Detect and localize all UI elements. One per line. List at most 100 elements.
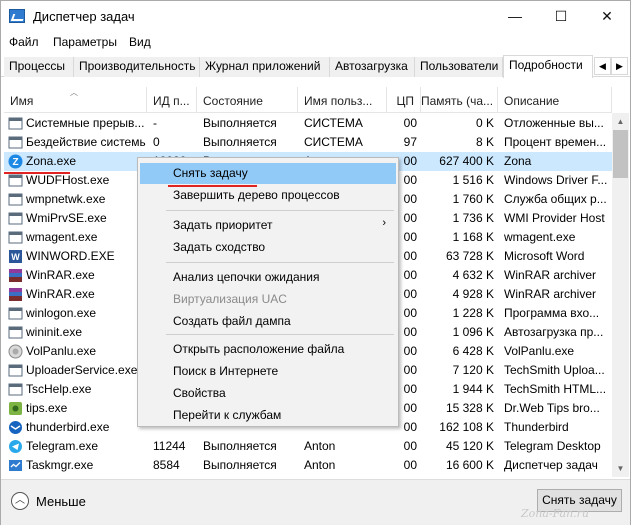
column-header-memory[interactable]: Память (ча... [421,87,498,113]
context-menu-item[interactable]: Открыть расположение файла [140,339,396,360]
column-header-user[interactable]: Имя польз... [298,87,387,113]
cell-name: thunderbird.exe [26,420,110,434]
tab-scroll-left-button[interactable]: ◀ [594,57,611,75]
window-icon [8,382,23,397]
context-menu-item[interactable]: Задать приоритет › [140,215,396,236]
window-title: Диспетчер задач [33,9,135,24]
context-menu-item: Виртуализация UAC [140,289,396,310]
context-menu-item[interactable]: Поиск в Интернете [140,361,396,382]
table-row[interactable]: Taskmgr.exe 8584 Выполняется Anton 00 16 600 … [4,456,612,475]
cell-mem: 4 928 K [452,287,494,301]
scroll-down-button[interactable]: ▼ [612,460,629,477]
column-header-status[interactable]: Состояние [197,87,298,113]
column-header-description[interactable]: Описание [498,87,612,113]
task-manager-icon [9,9,25,23]
table-row[interactable]: Системные прерыв... - Выполняется СИСТЕМА 00… [4,114,612,133]
context-menu-separator [166,210,394,211]
cell-name: winlogon.exe [26,306,97,320]
cell-desc: Программа вхо... [504,306,600,320]
window-icon [8,230,23,245]
cell-user: СИСТЕМА [304,116,363,130]
tab-startup[interactable]: Автозагрузка [330,57,415,77]
table-row[interactable]: Бездействие системы 0 Выполняется СИСТЕМА 97… [4,133,612,152]
vertical-scrollbar[interactable]: ▲ ▼ [612,113,629,477]
cell-name: WinRAR.exe [26,287,95,301]
context-menu-item[interactable]: Создать файл дампа [140,311,396,332]
context-menu-item-label: Свойства [173,386,226,400]
menu-bar: Файл Параметры Вид [1,32,630,54]
table-header: ︿ Имя ИД п... Состояние Имя польз... ЦП … [4,87,612,113]
drweb-icon [8,401,23,416]
cell-status: Выполняется [203,116,277,130]
window-icon [8,192,23,207]
cell-desc: Thunderbird [504,420,569,434]
tab-details[interactable]: Подробности [503,55,593,78]
window-icon [8,363,23,378]
menu-file[interactable]: Файл [9,35,39,49]
taskmgr-icon [8,458,23,473]
cell-pid: 0 [153,135,160,149]
cell-mem: 4 632 K [452,268,494,282]
winrar-icon [8,268,23,283]
svg-text:Z: Z [12,157,18,168]
context-menu-item[interactable]: Анализ цепочки ожидания [140,267,396,288]
column-header-cpu[interactable]: ЦП [387,87,421,113]
context-menu-item-label: Задать сходство [173,240,266,254]
cell-desc: Microsoft Word [504,249,585,263]
scroll-thumb[interactable] [613,130,628,178]
cell-desc: WinRAR archiver [504,287,597,301]
menu-view[interactable]: Вид [129,35,151,49]
menu-options[interactable]: Параметры [53,35,117,49]
svg-text:W: W [11,252,20,262]
minimize-button[interactable]: — [492,1,538,31]
cell-desc: Служба общих р... [504,192,607,206]
telegram-icon [8,439,23,454]
zona-icon: Z [8,154,23,169]
scroll-up-button[interactable]: ▲ [612,113,629,130]
context-menu-item-label: Завершить дерево процессов [173,188,340,202]
maximize-button[interactable]: ☐ [538,1,584,31]
task-manager-window: Диспетчер задач — ☐ ✕ Файл Параметры Вид… [0,0,631,525]
cell-mem: 1 736 K [452,211,494,225]
tab-processes[interactable]: Процессы [4,57,74,77]
window-icon [8,325,23,340]
cell-mem: 627 400 K [439,154,494,168]
context-menu-item-label: Поиск в Интернете [173,364,279,378]
cell-name: Системные прерыв... [26,116,145,130]
tab-users[interactable]: Пользователи [415,57,503,77]
cell-name: wmpnetwk.exe [26,192,106,206]
window-icon [8,135,23,150]
fewer-details-link[interactable]: Меньше [36,494,86,509]
tab-app-history[interactable]: Журнал приложений [200,57,330,77]
column-header-pid[interactable]: ИД п... [147,87,197,113]
collapse-chevron-icon[interactable]: ︿ [11,492,29,510]
tab-scroll-right-button[interactable]: ▶ [611,57,628,75]
cell-desc: VolPanlu.exe [504,344,575,358]
cell-cpu: 00 [403,116,417,130]
cell-cpu: 97 [403,135,417,149]
cell-mem: 45 120 K [445,439,494,453]
table-row[interactable]: Telegram.exe 11244 Выполняется Anton 00 45 12… [4,437,612,456]
column-header-name[interactable]: Имя [4,87,147,113]
volume-icon [8,344,23,359]
context-menu-item[interactable]: Задать сходство [140,237,396,258]
cell-mem: 1 228 K [452,306,494,320]
cell-user: СИСТЕМА [304,135,363,149]
cell-desc: Процент времен... [504,135,607,149]
thunderbird-icon [8,420,23,435]
context-menu-item-label: Задать приоритет [173,218,273,232]
context-menu-item[interactable]: Завершить дерево процессов [140,185,396,206]
context-menu-item[interactable]: Перейти к службам [140,405,396,426]
context-menu-item-label: Открыть расположение файла [173,342,345,356]
title-bar: Диспетчер задач — ☐ ✕ [1,1,630,31]
cell-desc: Windows Driver F... [504,173,608,187]
context-menu-item[interactable]: Свойства [140,383,396,404]
context-menu-item[interactable]: Снять задачу [140,163,396,184]
close-button[interactable]: ✕ [584,1,630,31]
cell-pid: 8584 [153,458,180,472]
cell-status: Выполняется [203,135,277,149]
tab-performance[interactable]: Производительность [74,57,200,77]
cell-name: wininit.exe [26,325,83,339]
cell-desc: TechSmith HTML... [504,382,607,396]
cell-desc: Zona [504,154,532,168]
